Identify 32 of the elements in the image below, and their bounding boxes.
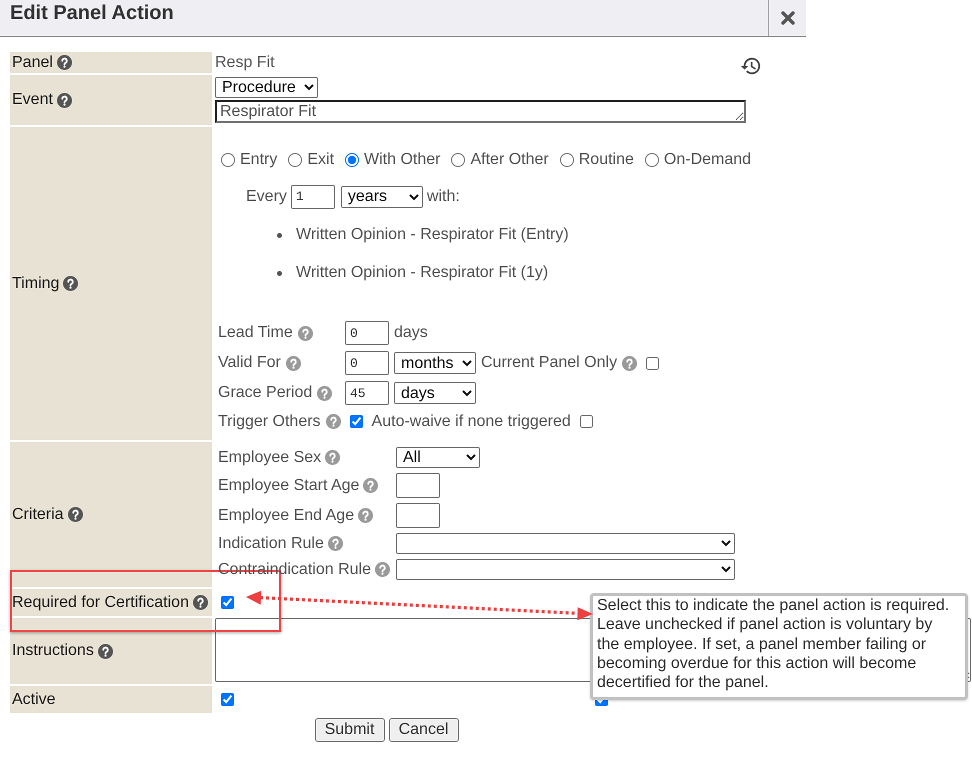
field-label: Valid For: [218, 354, 281, 372]
field-label: Indication Rule: [218, 534, 324, 552]
radio-label: With Other: [364, 151, 440, 169]
radio-label: After Other: [470, 151, 549, 169]
field-label: Timing: [12, 274, 60, 292]
field-label: Active: [12, 690, 56, 708]
option-label: Current Panel Only: [481, 354, 618, 372]
field-label: Instructions: [12, 642, 94, 660]
field-label: Employee Sex: [218, 448, 322, 466]
field-label: Panel: [12, 54, 53, 72]
list-item: Written Opinion - Respirator Fit (Entry): [296, 226, 569, 244]
field-label: Employee Start Age: [218, 476, 360, 494]
radio-label: Entry: [240, 151, 278, 169]
dialog-title: Edit Panel Action: [9, 1, 175, 26]
field-label: Criteria: [12, 506, 64, 524]
field-label: Employee End Age: [218, 506, 354, 524]
radio-label: On-Demand: [664, 151, 752, 169]
radio-label: Exit: [307, 151, 334, 169]
tooltip: Select this to indicate the panel action is required. Leave unchecked if panel action is voluntary by the employee. If set, a panel member failing or becoming overdue for this action will become decertified for the panel.: [590, 593, 968, 700]
field-label: Event: [12, 91, 53, 109]
option-label: days: [394, 324, 428, 342]
field-label: with:: [426, 188, 460, 206]
option-label: Auto-waive if none triggered: [372, 412, 571, 430]
field-label: Lead Time: [218, 324, 293, 342]
field-label: Trigger Others: [218, 412, 321, 430]
field-label: Required for Certification: [12, 594, 189, 612]
radio-label: Routine: [578, 151, 634, 169]
field-label: Contraindication Rule: [218, 560, 371, 578]
field-label: Grace Period: [218, 384, 312, 402]
field-value: Resp Fit: [215, 54, 275, 72]
list-item: Written Opinion - Respirator Fit (1y): [296, 264, 548, 282]
field-label: Every: [246, 188, 287, 206]
